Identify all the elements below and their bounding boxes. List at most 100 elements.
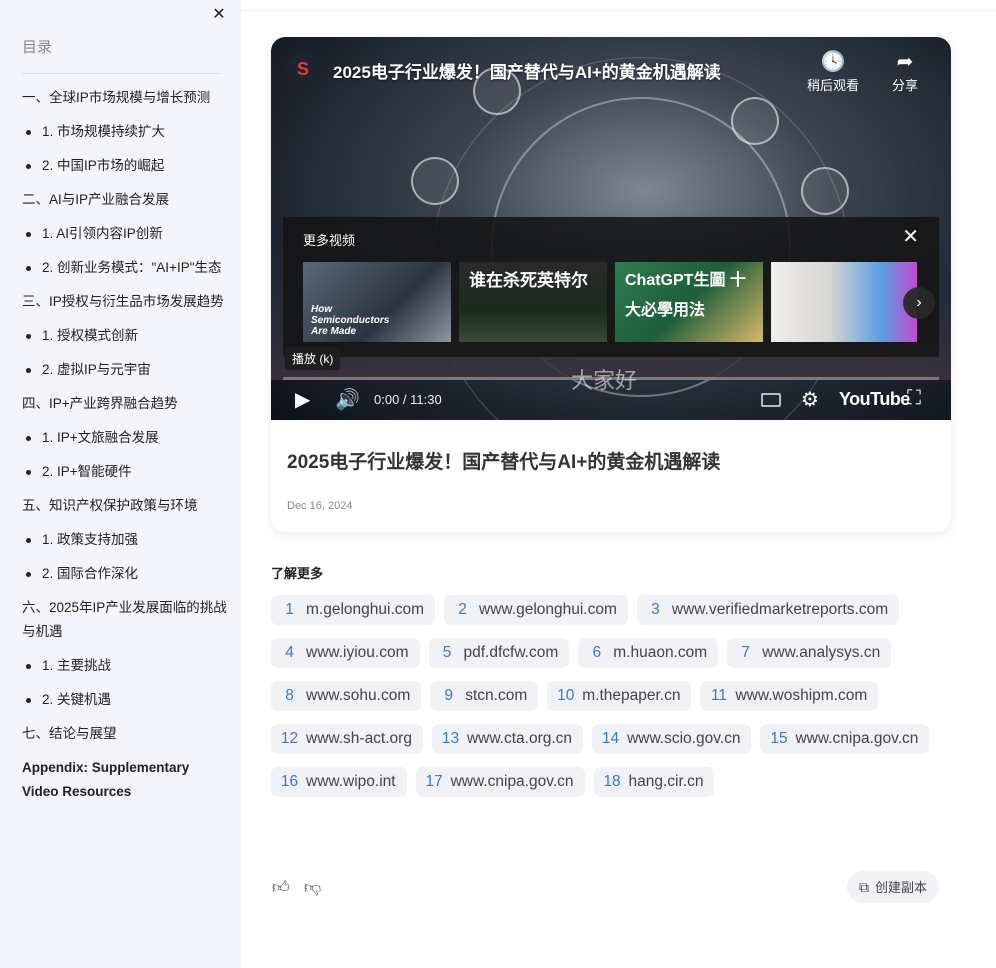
thumbs-down-icon[interactable]: 👎︎ (304, 877, 321, 898)
source-link-chip[interactable]: 12 www.sh-act.org (271, 724, 423, 754)
sidebar: ✕ 目录 一、全球IP市场规模与增长预测 1. 市场规模持续扩大 2. 中国IP市场… (0, 0, 241, 968)
toc-item[interactable]: 1. IP+文旅融合发展 (22, 426, 227, 450)
table-of-contents: 一、全球IP市场规模与增长预测 1. 市场规模持续扩大 2. 中国IP市场的崛起 二、… (22, 86, 227, 814)
source-link-chip[interactable]: 10 m.thepaper.cn (547, 681, 692, 711)
source-link-chip[interactable]: 18 hang.cir.cn (593, 767, 715, 797)
video-thumbnail[interactable]: ChatGPT生圖 十大必學用法 (615, 262, 763, 342)
source-link-chip[interactable]: 1 m.gelonghui.com (271, 595, 436, 625)
source-link-chip[interactable]: 14 www.scio.gov.cn (592, 724, 752, 754)
watch-later-label: 稍后观看 (806, 78, 859, 93)
video-player[interactable]: S 2025电子行业爆发！国产替代与AI+的黄金机遇解读 🕓 稍后观看 ➦ 分享… (271, 37, 951, 420)
share-button[interactable]: ➦ 分享 (870, 49, 940, 94)
video-card: S 2025电子行业爆发！国产替代与AI+的黄金机遇解读 🕓 稍后观看 ➦ 分享… (271, 37, 951, 532)
fullscreen-icon[interactable]: ⛶ (907, 387, 921, 410)
divider (22, 73, 221, 74)
source-link-domain: www.scio.gov.cn (627, 730, 741, 747)
network-node-icon (801, 167, 849, 215)
toc-item[interactable]: 2. 国际合作深化 (22, 562, 227, 586)
source-link-chip[interactable]: 17 www.cnipa.gov.cn (415, 767, 585, 797)
youtube-logo[interactable]: YouTube (839, 389, 910, 410)
channel-logo[interactable]: S (287, 53, 319, 85)
source-link-chip[interactable]: 6 m.huaon.com (578, 638, 719, 668)
source-link-chip[interactable]: 7 www.analysys.cn (727, 638, 892, 668)
toc-item[interactable]: 五、知识产权保护政策与环境 (22, 494, 227, 518)
source-link-chip[interactable]: 16 www.wipo.int (271, 767, 407, 797)
create-copy-button[interactable]: ⧉ 创建副本 (847, 871, 940, 903)
source-link-chip[interactable]: 9 stcn.com (430, 681, 539, 711)
source-link-chip[interactable]: 11 www.woshipm.com (700, 681, 879, 711)
toc-item[interactable]: 六、2025年IP产业发展面临的挑战与机遇 (22, 596, 227, 644)
close-icon[interactable]: ✕ (210, 6, 228, 24)
source-link-number: 9 (444, 687, 454, 704)
toc-item[interactable]: 2. 关键机遇 (22, 688, 227, 712)
source-link-chip[interactable]: 8 www.sohu.com (271, 681, 422, 711)
learn-more-title: 了解更多 (271, 566, 324, 581)
source-link-domain: m.gelonghui.com (306, 601, 425, 618)
card-title: 2025电子行业爆发！国产替代与AI+的黄金机遇解读 (287, 452, 721, 473)
close-icon[interactable]: ✕ (902, 226, 919, 248)
source-links: 1 m.gelonghui.com 2 www.gelonghui.com 3 www.v… (271, 595, 951, 810)
source-link-number: 8 (285, 687, 294, 704)
video-title[interactable]: 2025电子行业爆发！国产替代与AI+的黄金机遇解读 (333, 58, 721, 83)
volume-icon[interactable]: 🔊 (335, 387, 360, 412)
thumbnail-title: ChatGPT生圖 十大必學用法 (625, 272, 746, 319)
captions-icon[interactable] (761, 393, 781, 407)
video-thumbnail[interactable] (771, 262, 917, 342)
source-link-domain: hang.cir.cn (628, 773, 704, 790)
source-link-number: 17 (425, 773, 443, 790)
gear-icon[interactable]: ⚙ (801, 387, 819, 412)
source-link-domain: www.cnipa.gov.cn (450, 773, 574, 790)
source-link-number: 15 (770, 730, 788, 747)
source-link-domain: stcn.com (465, 687, 528, 704)
toc-item[interactable]: 四、IP+产业跨界融合趋势 (22, 392, 227, 416)
source-link-chip[interactable]: 4 www.iyiou.com (271, 638, 420, 668)
toc-item[interactable]: 1. 政策支持加强 (22, 528, 227, 552)
toc-item[interactable]: 2. 中国IP市场的崛起 (22, 154, 227, 178)
toc-item[interactable]: 七、结论与展望 (22, 722, 227, 746)
play-icon[interactable]: ▶ (295, 387, 310, 412)
source-link-chip[interactable]: 15 www.cnipa.gov.cn (760, 724, 930, 754)
thumbs-up-icon[interactable]: 👍︎ (272, 877, 290, 898)
source-link-number: 6 (592, 644, 602, 661)
source-link-chip[interactable]: 2 www.gelonghui.com (444, 595, 628, 625)
toc-item[interactable]: 2. 虚拟IP与元宇宙 (22, 358, 227, 382)
toc-item[interactable]: 2. 创新业务模式："AI+IP"生态 (22, 256, 227, 280)
progress-bar[interactable] (283, 377, 939, 380)
source-link-domain: pdf.dfcfw.com (463, 644, 559, 661)
source-link-chip[interactable]: 3 www.verifiedmarketreports.com (636, 595, 900, 625)
toc-item[interactable]: 2. IP+智能硬件 (22, 460, 227, 484)
toc-item[interactable]: 三、IP授权与衍生品市场发展趋势 (22, 290, 227, 314)
copy-icon: ⧉ (859, 879, 869, 895)
toc-item[interactable]: 1. 授权模式创新 (22, 324, 227, 348)
toc-title: 目录 (22, 39, 53, 56)
thumbnail-title: 谁在杀死英特尔 (469, 271, 588, 290)
create-copy-label: 创建副本 (875, 880, 928, 895)
source-link-number: 5 (442, 644, 452, 661)
source-link-domain: www.analysys.cn (762, 644, 881, 661)
toc-item[interactable]: 一、全球IP市场规模与增长预测 (22, 86, 227, 110)
source-link-chip[interactable]: 5 pdf.dfcfw.com (428, 638, 570, 668)
source-link-number: 10 (557, 687, 575, 704)
video-thumbnail[interactable]: 谁在杀死英特尔 (459, 262, 607, 342)
top-divider (241, 10, 996, 11)
source-link-domain: www.verifiedmarketreports.com (671, 601, 889, 618)
source-link-domain: www.wipo.int (306, 773, 396, 790)
card-date: Dec 16, 2024 (287, 500, 353, 512)
play-tooltip: 播放 (k) (285, 347, 341, 370)
chevron-right-icon[interactable]: › (903, 287, 935, 319)
toc-item[interactable]: 1. 市场规模持续扩大 (22, 120, 227, 144)
source-link-number: 12 (280, 730, 299, 747)
source-link-chip[interactable]: 13 www.cta.org.cn (431, 724, 584, 754)
toc-item[interactable]: Appendix: Supplementary Video Resources (22, 756, 227, 804)
share-label: 分享 (891, 78, 918, 93)
source-link-number: 7 (741, 644, 750, 661)
video-thumbnail[interactable]: How Semiconductors Are Made (303, 262, 451, 342)
source-link-number: 1 (285, 601, 294, 618)
watch-later-button[interactable]: 🕓 稍后观看 (798, 49, 868, 94)
toc-item[interactable]: 1. 主要挑战 (22, 654, 227, 678)
toc-item[interactable]: 二、AI与IP产业融合发展 (22, 188, 227, 212)
network-node-icon (411, 157, 459, 205)
source-link-number: 11 (710, 687, 728, 704)
toc-item[interactable]: 1. AI引领内容IP创新 (22, 222, 227, 246)
source-link-domain: www.iyiou.com (306, 644, 409, 661)
